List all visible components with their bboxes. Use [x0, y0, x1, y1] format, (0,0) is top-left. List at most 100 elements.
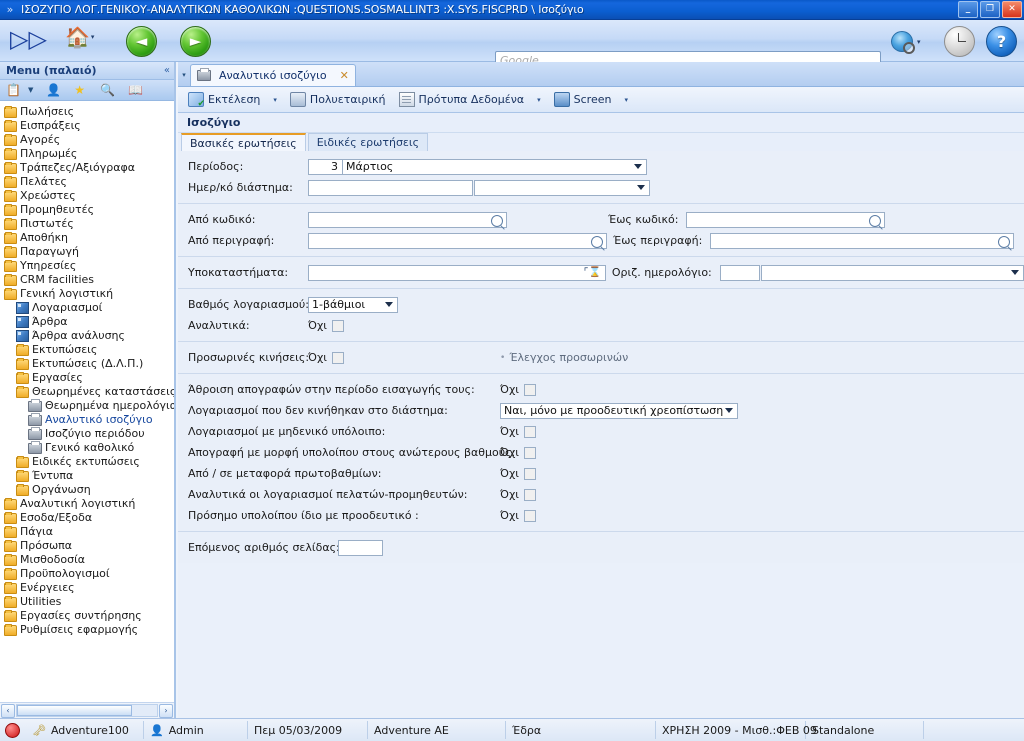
help-button[interactable]: ?	[986, 26, 1017, 57]
clock-button[interactable]	[944, 26, 975, 57]
option-checkbox-group[interactable]: Όχι	[500, 446, 537, 459]
from-code-input[interactable]	[308, 211, 507, 228]
tab-basikes-erotiseis[interactable]: Βασικές ερωτήσεις	[181, 133, 306, 151]
sidebar-item[interactable]: Χρεώστες	[0, 189, 174, 203]
sidebar-item[interactable]: Υπηρεσίες	[0, 259, 174, 273]
next-page-input[interactable]	[338, 539, 383, 556]
option-checkbox[interactable]	[524, 383, 537, 396]
sidebar-item[interactable]: Γενικό καθολικό	[0, 440, 174, 455]
chevron-down-icon[interactable]	[637, 184, 645, 190]
close-button[interactable]: ✕	[1002, 1, 1022, 18]
tabstrip-caret-icon[interactable]: ▾	[178, 64, 190, 86]
option-checkbox[interactable]	[524, 446, 537, 459]
sidebar-item[interactable]: Αγορές	[0, 133, 174, 147]
template-data-button[interactable]: Πρότυπα Δεδομένα	[394, 89, 530, 110]
home-caret-icon[interactable]: ▾	[91, 33, 95, 41]
horiz-journal-code-input[interactable]	[719, 264, 760, 281]
collapse-icon[interactable]: «	[164, 65, 170, 76]
search-icon[interactable]	[869, 214, 882, 227]
sidebar-item[interactable]: Εκτυπώσεις	[0, 343, 174, 357]
sidebar-item[interactable]: Οργάνωση	[0, 483, 174, 497]
user-icon[interactable]: 👤	[46, 84, 61, 96]
back-button[interactable]: ◄	[126, 26, 157, 57]
sidebar-item[interactable]: Αναλυτικό ισοζύγιο	[0, 412, 174, 427]
sidebar-item[interactable]: Θεωρημένες καταστάσεις	[0, 385, 174, 399]
sidebar-item[interactable]: Ειδικές εκτυπώσεις	[0, 455, 174, 469]
account-level-select[interactable]: 1-βάθμιοι	[308, 296, 398, 313]
from-desc-input[interactable]	[308, 232, 607, 249]
screen-button[interactable]: Screen	[549, 89, 617, 110]
clipboard-icon[interactable]: 📋	[6, 84, 21, 96]
multicompany-button[interactable]: Πολυεταιρική	[285, 89, 391, 110]
sidebar-item[interactable]: Πιστωτές	[0, 217, 174, 231]
sidebar-item[interactable]: Πωλήσεις	[0, 105, 174, 119]
sidebar-item[interactable]: Προϋπολογισμοί	[0, 567, 174, 581]
branches-input[interactable]: ⌜⌛	[307, 264, 606, 281]
temp-moves-checkbox[interactable]	[332, 351, 345, 364]
sidebar-item[interactable]: Πρόσωπα	[0, 539, 174, 553]
to-code-input[interactable]	[686, 211, 886, 228]
sidebar-item[interactable]: Ρυθμίσεις εφαρμογής	[0, 623, 174, 637]
option-checkbox-group[interactable]: Όχι	[500, 383, 537, 396]
execute-caret-icon[interactable]: ▾	[268, 96, 282, 104]
scroll-right-button[interactable]: ›	[159, 703, 173, 718]
option-checkbox-group[interactable]: Όχι	[500, 509, 537, 522]
analytic-checkbox-group[interactable]: Όχι	[308, 319, 345, 332]
horiz-journal-select[interactable]	[760, 264, 1024, 281]
filter-icon[interactable]: ⌜⌛	[584, 267, 601, 278]
search-icon[interactable]	[998, 235, 1011, 248]
globe-caret-icon[interactable]: ▾	[917, 38, 921, 46]
sidebar-item[interactable]: Αναλυτική λογιστική	[0, 497, 174, 511]
option-checkbox[interactable]	[524, 488, 537, 501]
sidebar-item[interactable]: Άρθρα ανάλυσης	[0, 329, 174, 343]
period-number-input[interactable]: 3	[308, 158, 343, 175]
to-desc-input[interactable]	[710, 232, 1015, 249]
star-icon[interactable]: ★	[74, 84, 85, 96]
sidebar-hscrollbar[interactable]: ‹ ›	[0, 702, 174, 718]
sidebar-item[interactable]: Εκτυπώσεις (Δ.Λ.Π.)	[0, 357, 174, 371]
sidebar-item[interactable]: Λογαριασμοί	[0, 301, 174, 315]
option-checkbox-group[interactable]: Όχι	[500, 425, 537, 438]
sidebar-item[interactable]: Θεωρημένα ημερολόγια	[0, 398, 174, 413]
sidebar-item[interactable]: Έντυπα	[0, 469, 174, 483]
hscroll-thumb[interactable]	[17, 705, 132, 716]
sidebar-item[interactable]: Γενική λογιστική	[0, 287, 174, 301]
sidebar-item[interactable]: Πελάτες	[0, 175, 174, 189]
sidebar-item[interactable]: Άρθρα	[0, 315, 174, 329]
sidebar-item[interactable]: Αποθήκη	[0, 231, 174, 245]
scroll-left-button[interactable]: ‹	[1, 703, 15, 718]
date-range-from-input[interactable]	[308, 179, 473, 196]
sidebar-item[interactable]: Προμηθευτές	[0, 203, 174, 217]
forward-button[interactable]: ►	[180, 26, 211, 57]
option-checkbox[interactable]	[524, 425, 537, 438]
sidebar-item[interactable]: Ενέργειες	[0, 581, 174, 595]
tab-analytiko-isozygio[interactable]: Αναλυτικό ισοζύγιο ✕	[190, 64, 356, 86]
maximize-button[interactable]: ❐	[980, 1, 1000, 18]
hscroll-track[interactable]	[16, 704, 158, 717]
close-icon[interactable]: ✕	[340, 69, 349, 82]
template-data-caret-icon[interactable]: ▾	[532, 96, 546, 104]
option-select[interactable]: Ναι, μόνο με προοδευτική χρεοπίστωση	[500, 402, 738, 419]
period-select[interactable]: Μάρτιος	[342, 158, 647, 175]
sidebar-item[interactable]: CRM facilities	[0, 273, 174, 287]
chevron-down-icon[interactable]	[725, 407, 733, 413]
temp-moves-checkbox-group[interactable]: Όχι	[308, 351, 345, 364]
sidebar-item[interactable]: Εργασίες συντήρησης	[0, 609, 174, 623]
home-button[interactable]: 🏠 ▾	[65, 27, 94, 47]
chevron-down-icon[interactable]	[1011, 269, 1019, 275]
sidebar-item[interactable]: Εργασίες	[0, 371, 174, 385]
chevron-down-icon[interactable]	[385, 301, 393, 307]
option-checkbox-group[interactable]: Όχι	[500, 467, 537, 480]
sidebar-item[interactable]: Εισπράξεις	[0, 119, 174, 133]
caret-down-icon[interactable]: ▼	[28, 86, 33, 94]
web-search-button[interactable]: ▾	[891, 31, 921, 54]
search-icon[interactable]	[591, 235, 603, 248]
book-icon[interactable]: 📖	[128, 84, 143, 96]
date-range-to-select[interactable]	[474, 179, 650, 196]
sidebar-item[interactable]: Utilities	[0, 595, 174, 609]
execute-button[interactable]: Εκτέλεση	[183, 89, 265, 110]
sidebar-item[interactable]: Εσοδα/Εξοδα	[0, 511, 174, 525]
sidebar-item[interactable]: Πληρωμές	[0, 147, 174, 161]
minimize-button[interactable]: _	[958, 1, 978, 18]
screen-caret-icon[interactable]: ▾	[619, 96, 633, 104]
